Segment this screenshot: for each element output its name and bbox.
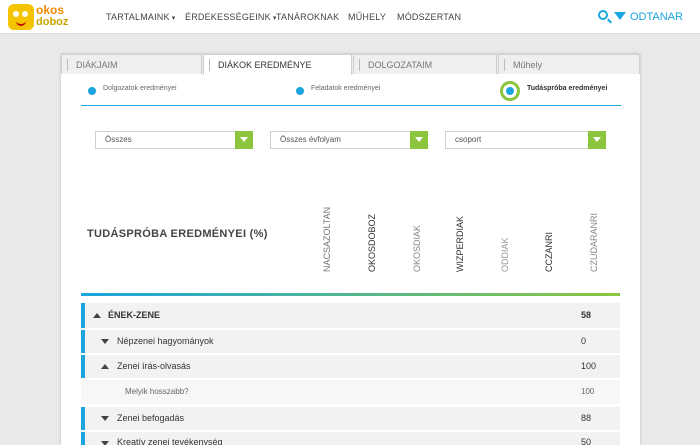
filter-csoport-value: csoport	[455, 135, 482, 144]
row-value: 100	[581, 361, 597, 371]
row-stripe	[81, 303, 85, 328]
table-row[interactable]: Melyik hosszabb? 100	[81, 380, 620, 404]
tab-diakjaim[interactable]: DIÁKJAIM	[61, 54, 202, 74]
top-navigation-bar: okos doboz TARTALMAINK ▾ ÉRDEKESSÉGEINK ▾ …	[0, 0, 700, 34]
column-header[interactable]: NACSAZOLTAN	[320, 192, 334, 272]
nav-tartalmaink-label: TARTALMAINK	[106, 12, 170, 22]
search-icon[interactable]	[598, 10, 608, 20]
tab-diakok-eredmenye[interactable]: DIÁKOK EREDMÉNYE	[203, 54, 352, 75]
tab-divider	[504, 59, 505, 71]
row-value: 50	[581, 437, 592, 445]
mascot-icon	[8, 4, 34, 30]
expand-icon[interactable]	[101, 416, 109, 421]
table-row[interactable]: Kreatív zenei tevékenység 50	[81, 432, 620, 445]
expand-icon[interactable]	[101, 339, 109, 344]
nav-tartalmaink[interactable]: TARTALMAINK ▾	[106, 0, 175, 34]
row-label: Népzenei hagyományok	[117, 336, 214, 346]
user-menu-dropdown-icon[interactable]	[614, 12, 626, 20]
result-type-switch: Dolgozatok eredményei Feladatok eredmény…	[81, 76, 621, 106]
filter-evfolyam-select[interactable]: Összes évfolyam	[270, 131, 428, 149]
tab-dolgozataim[interactable]: DOLGOZATAIM	[353, 54, 497, 74]
row-label: ÉNEK-ZENE	[108, 310, 161, 320]
row-value: 100	[581, 387, 595, 396]
chevron-down-icon[interactable]	[410, 131, 428, 149]
chevron-down-icon: ▾	[171, 15, 176, 22]
radio-tudaspróba-selected[interactable]	[500, 81, 520, 101]
collapse-icon[interactable]	[93, 313, 101, 318]
radio-dolgozatok[interactable]	[88, 87, 96, 95]
row-stripe	[81, 407, 85, 430]
okosdoboz-logo[interactable]: okos doboz	[8, 2, 69, 32]
nav-muhely[interactable]: MŰHELY	[348, 0, 386, 34]
tab-diakok-eredmenye-label: DIÁKOK EREDMÉNYE	[218, 60, 312, 70]
row-value: 88	[581, 413, 592, 423]
column-header[interactable]: CCZANRI	[542, 192, 556, 272]
subtab-dolgozatok-eredmenyei[interactable]: Dolgozatok eredményei	[103, 85, 177, 92]
user-name-link[interactable]: ODTANAR	[630, 0, 683, 34]
nav-erdekessegeink[interactable]: ÉRDEKESSÉGEINK ▾	[185, 0, 277, 34]
logo-word-doboz: doboz	[36, 16, 69, 28]
table-row[interactable]: Népzenei hagyományok 0	[81, 330, 620, 353]
chevron-down-icon[interactable]	[588, 131, 606, 149]
radio-feladatok[interactable]	[296, 87, 304, 95]
logo-word-okos: okos	[36, 3, 65, 17]
tab-dolgozataim-label: DOLGOZATAIM	[368, 60, 433, 70]
tab-divider	[209, 59, 210, 71]
row-label: Zenei írás-olvasás	[117, 361, 191, 371]
filter-csoport-select[interactable]: csoport	[445, 131, 606, 149]
row-label: Kreatív zenei tevékenység	[117, 437, 223, 445]
row-stripe	[81, 330, 85, 353]
tab-bar: DIÁKJAIM DIÁKOK EREDMÉNYE DOLGOZATAIM Mű…	[61, 54, 640, 75]
column-header[interactable]: CZUDARANRI	[587, 192, 601, 272]
row-stripe	[81, 432, 85, 445]
table-row[interactable]: Zenei befogadás 88	[81, 407, 620, 430]
table-row[interactable]: Zenei írás-olvasás 100	[81, 355, 620, 378]
filter-osszes-value: Összes	[105, 135, 132, 144]
row-stripe	[81, 355, 85, 378]
table-row[interactable]: ÉNEK-ZENE 58	[81, 303, 620, 328]
row-label: Melyik hosszabb?	[125, 387, 189, 396]
column-header[interactable]: OKOSDOBOZ	[365, 192, 379, 272]
chevron-down-icon[interactable]	[235, 131, 253, 149]
expand-icon[interactable]	[101, 441, 109, 445]
row-value: 58	[581, 310, 592, 320]
subtab-tudasproba-eredmenyei[interactable]: Tudáspróba eredményei	[527, 85, 607, 92]
tab-divider	[67, 59, 68, 71]
tab-divider	[359, 59, 360, 71]
nav-tanaroknak[interactable]: TANÁROKNAK	[276, 0, 339, 34]
column-header[interactable]: OKOSDIAK	[410, 192, 424, 272]
filter-osszes-select[interactable]: Összes	[95, 131, 253, 149]
collapse-icon[interactable]	[101, 364, 109, 369]
tab-muhely[interactable]: Műhely	[498, 54, 640, 74]
row-value: 0	[581, 336, 587, 346]
nav-modszertan[interactable]: MÓDSZERTAN	[397, 0, 461, 34]
table-top-gradient-divider	[81, 293, 620, 296]
subtab-feladatok-eredmenyei[interactable]: Feladatok eredményei	[311, 85, 380, 92]
row-label: Zenei befogadás	[117, 413, 185, 423]
tab-diakjaim-label: DIÁKJAIM	[76, 60, 118, 70]
results-heading: TUDÁSPRÓBA EREDMÉNYEI (%)	[87, 228, 268, 240]
column-header[interactable]: ODDIAK	[498, 192, 512, 272]
filter-evfolyam-value: Összes évfolyam	[280, 135, 341, 144]
tab-muhely-label: Műhely	[513, 60, 543, 70]
nav-erdekessegeink-label: ÉRDEKESSÉGEINK	[185, 12, 271, 22]
column-header[interactable]: WIZPERDIAK	[453, 192, 467, 272]
